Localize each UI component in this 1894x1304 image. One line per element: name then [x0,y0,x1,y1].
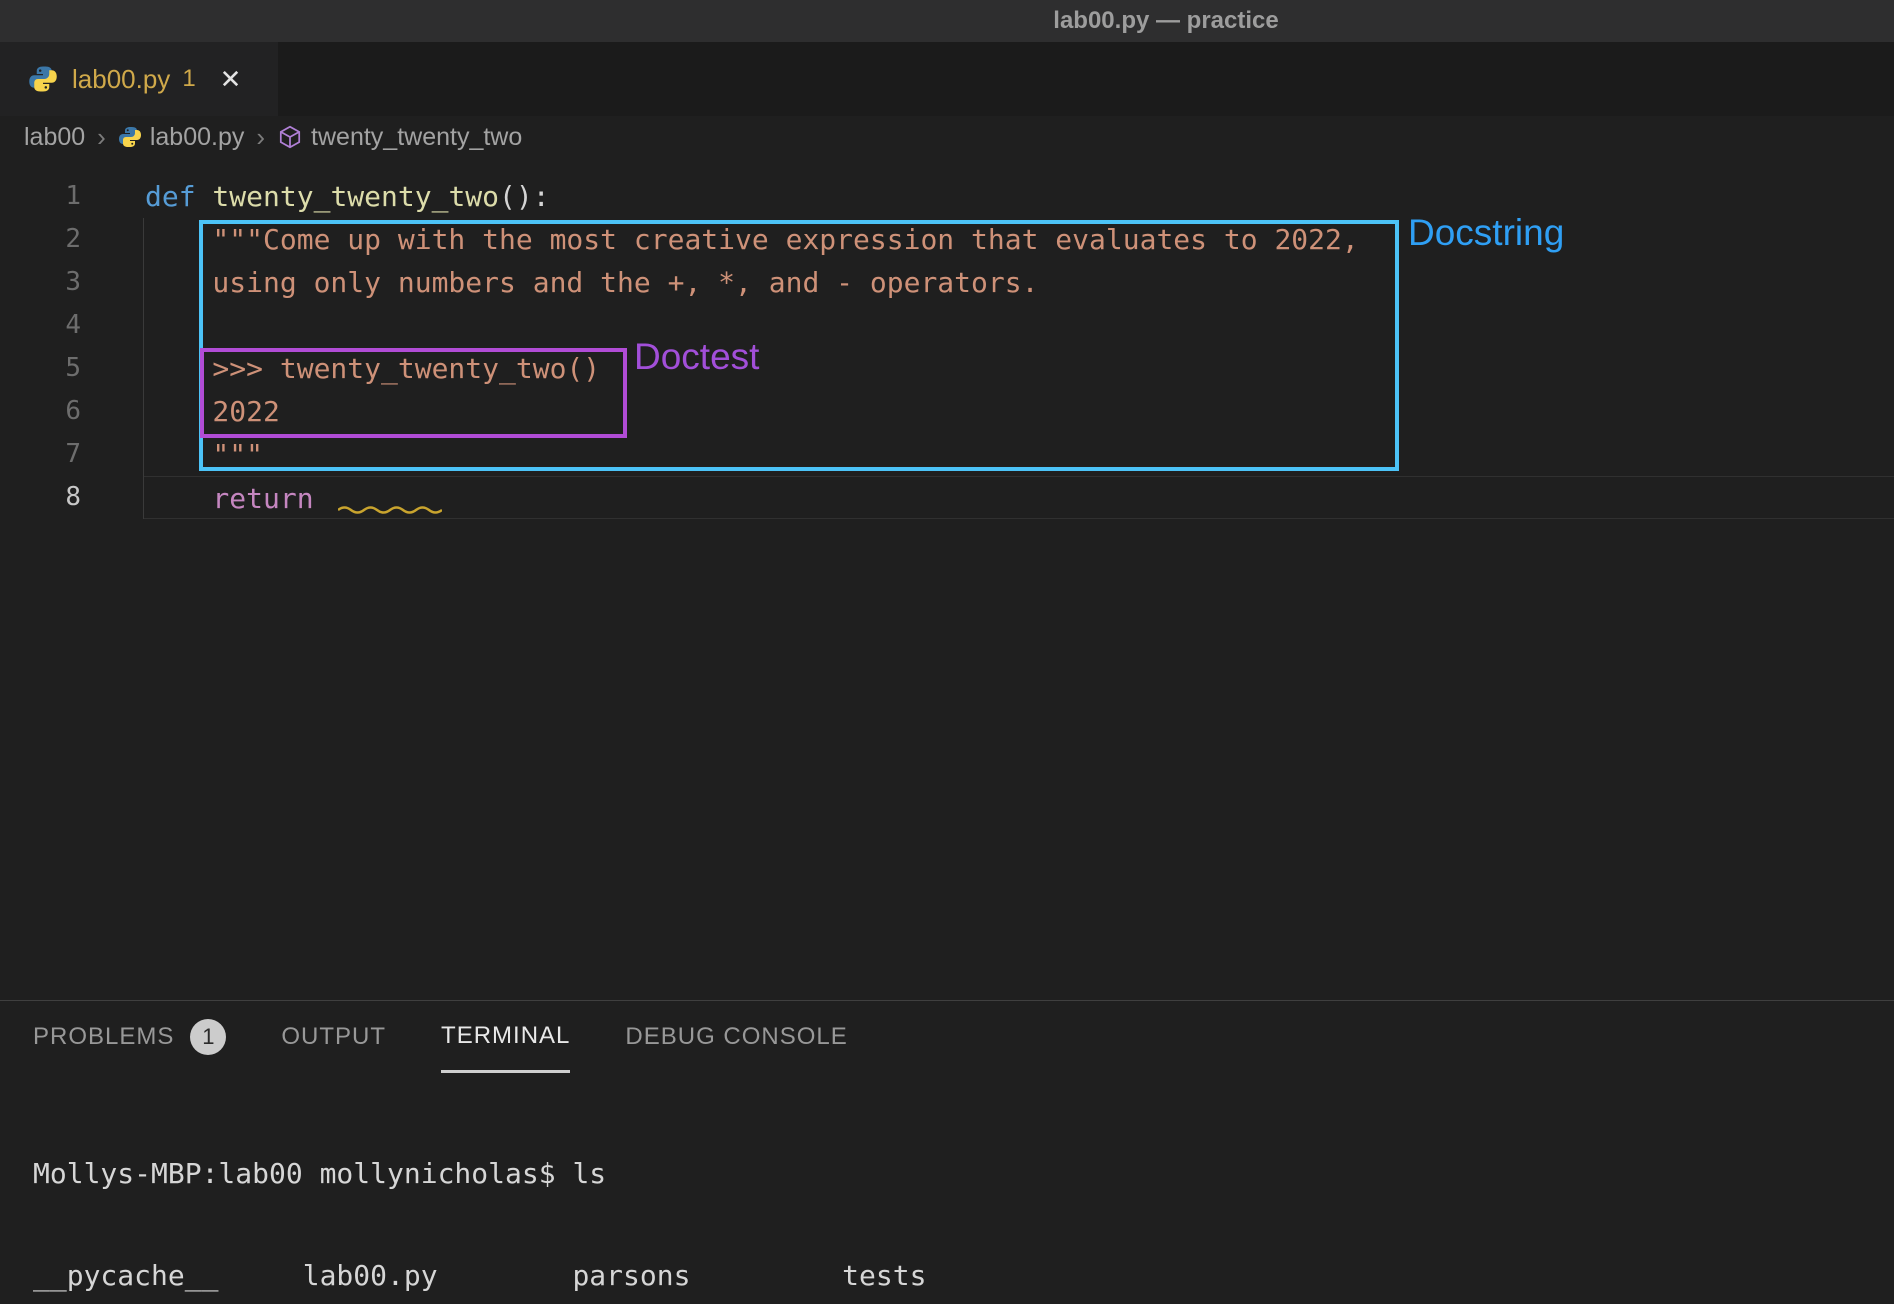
breadcrumb-file[interactable]: lab00.py [150,123,245,152]
code-text: def twenty_twenty_two(): [143,175,1894,218]
code-line-5: 5 >>> twenty_twenty_two() [0,347,1894,390]
tab-debug-console-label: DEBUG CONSOLE [625,1023,847,1051]
punctuation: (): [499,180,550,213]
code-text: using only numbers and the +, *, and - o… [143,261,1894,304]
tab-problems-label: PROBLEMS [33,1023,174,1051]
tab-problems[interactable]: PROBLEMS 1 [33,1001,226,1073]
docstring-text: using only numbers and the +, *, and - o… [145,266,1038,299]
terminal-line: Mollys-MBP:lab00 mollynicholas$ ls [33,1157,1894,1191]
doctest-prompt: >>> twenty_twenty_two() [145,352,600,385]
editor-tab-bar: lab00.py 1 ✕ [0,42,1894,116]
tab-lab00py[interactable]: lab00.py 1 ✕ [0,42,278,116]
code-line-2: 2 """Come up with the most creative expr… [0,218,1894,261]
close-icon[interactable]: ✕ [220,64,242,95]
window-title: lab00.py — practice [1053,7,1278,35]
code-line-7: 7 """ [0,433,1894,476]
title-bar: lab00.py — practice [0,0,1894,42]
function-name: twenty_twenty_two [196,180,499,213]
chevron-right-icon: › [256,122,265,153]
tab-label: lab00.py [72,64,170,95]
line-number: 4 [0,304,143,347]
tab-output-label: OUTPUT [281,1023,386,1051]
line-number: 8 [0,476,143,519]
bottom-panel: PROBLEMS 1 OUTPUT TERMINAL DEBUG CONSOLE… [0,1001,1894,1304]
tab-modified-count: 1 [182,65,195,93]
indent-guide [143,218,144,519]
line-number: 2 [0,218,143,261]
symbol-cube-icon [277,124,303,150]
python-icon [118,125,142,149]
code-text: """Come up with the most creative expres… [143,218,1894,261]
breadcrumb-symbol[interactable]: twenty_twenty_two [311,123,522,152]
breadcrumb-folder[interactable]: lab00 [24,123,85,152]
line-number: 3 [0,261,143,304]
code-line-4: 4 [0,304,1894,347]
tab-terminal-label: TERMINAL [441,1022,570,1050]
code-editor[interactable]: 1 def twenty_twenty_two(): 2 """Come up … [0,158,1894,1000]
code-line-6: 6 2022 [0,390,1894,433]
keyword-def: def [145,180,196,213]
terminal-output[interactable]: Mollys-MBP:lab00 mollynicholas$ ls __pyc… [0,1073,1894,1304]
vscode-window: lab00.py — practice lab00.py 1 ✕ lab00 ›… [0,0,1894,1304]
panel-tab-bar: PROBLEMS 1 OUTPUT TERMINAL DEBUG CONSOLE [0,1001,1894,1073]
line-number: 1 [0,175,143,218]
python-icon [28,64,58,94]
docstring-annotation-label: Docstring [1408,212,1564,254]
code-line-3: 3 using only numbers and the +, *, and -… [0,261,1894,304]
breadcrumb: lab00 › lab00.py › twenty_twenty_two [0,116,1894,158]
code-text: >>> twenty_twenty_two() [143,347,1894,390]
doctest-expected: 2022 [145,395,280,428]
docstring-close: """ [145,438,263,471]
warning-squiggle [338,483,442,526]
line-number: 7 [0,433,143,476]
doctest-annotation-label: Doctest [634,336,759,378]
code-text: 2022 [143,390,1894,433]
code-text [143,304,1894,347]
code-line-1: 1 def twenty_twenty_two(): [0,175,1894,218]
code-text: """ [143,433,1894,476]
code-line-8: 8 return [0,476,1894,519]
line-number: 5 [0,347,143,390]
line-number: 6 [0,390,143,433]
code-text: return [143,476,1894,519]
keyword-return: return [145,482,314,515]
problems-count-badge: 1 [190,1019,226,1055]
tab-debug-console[interactable]: DEBUG CONSOLE [625,1001,847,1073]
tab-output[interactable]: OUTPUT [281,1001,386,1073]
docstring-text: """Come up with the most creative expres… [145,223,1359,256]
tab-terminal[interactable]: TERMINAL [441,1001,570,1073]
chevron-right-icon: › [97,122,106,153]
terminal-line: __pycache__ lab00.py parsons tests [33,1259,1894,1293]
